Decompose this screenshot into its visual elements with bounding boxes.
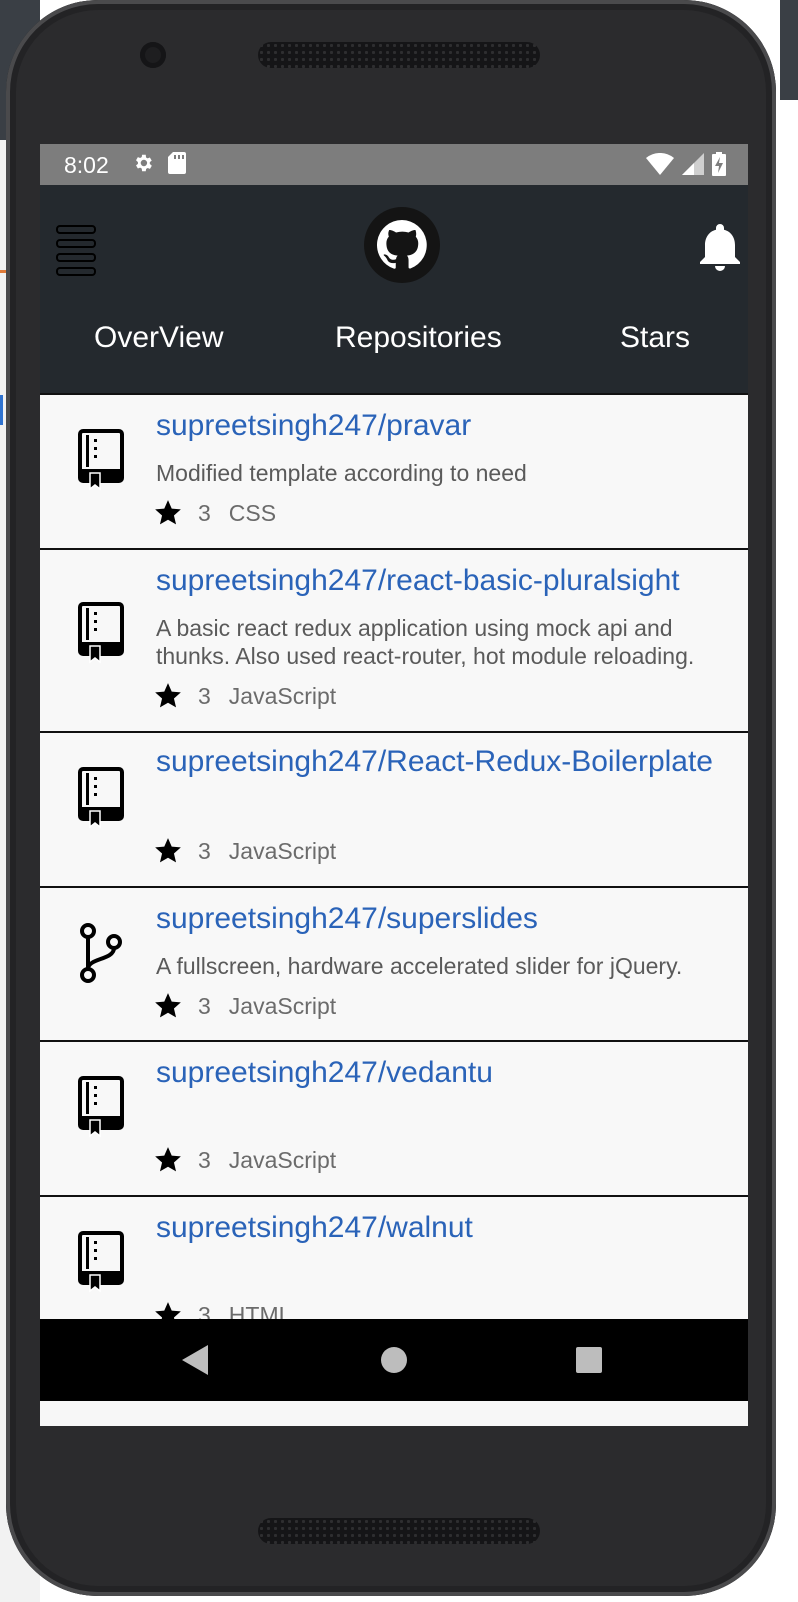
list-item[interactable]: supreetsingh247/pravar Modified template… <box>40 393 748 548</box>
signal-icon <box>682 153 704 181</box>
star-count: 3 <box>198 499 211 526</box>
battery-charging-icon <box>712 152 726 182</box>
repo-language: JavaScript <box>228 682 337 709</box>
background-link-fragment <box>0 395 3 425</box>
repo-description-line-2: thunks. Also used react-router, hot modu… <box>156 643 695 669</box>
device-screen: 8:02 OverView Repositories Stars supreet… <box>40 144 748 1426</box>
front-camera <box>140 42 166 68</box>
star-icon <box>155 993 181 1018</box>
repo-language: JavaScript <box>228 837 337 864</box>
star-count: 3 <box>198 837 211 864</box>
status-icons-right <box>646 152 726 182</box>
list-item[interactable]: supreetsingh247/react-basic-pluralsight … <box>40 548 748 731</box>
repo-meta: 3 JavaScript <box>154 992 336 1020</box>
status-time: 8:02 <box>64 152 109 178</box>
star-icon <box>155 500 181 525</box>
repo-meta: 3 CSS <box>154 499 276 527</box>
repo-name-link[interactable]: supreetsingh247/walnut <box>156 1211 473 1245</box>
repo-language: JavaScript <box>228 1146 337 1173</box>
list-item[interactable]: supreetsingh247/vedantu 3 JavaScript <box>40 1040 748 1195</box>
system-nav-bar <box>40 1319 748 1401</box>
sd-card-icon <box>168 152 186 180</box>
home-circle-icon[interactable] <box>381 1347 407 1373</box>
repo-language: JavaScript <box>228 992 337 1019</box>
back-triangle-icon[interactable] <box>182 1345 208 1375</box>
star-count: 3 <box>198 1146 211 1173</box>
app-header: OverView Repositories Stars <box>40 185 748 393</box>
list-item[interactable]: supreetsingh247/superslides A fullscreen… <box>40 886 748 1040</box>
tab-bar: OverView Repositories Stars <box>40 315 748 387</box>
star-count: 3 <box>198 992 211 1019</box>
star-icon <box>155 838 181 863</box>
repo-meta: 3 JavaScript <box>154 837 336 865</box>
repo-book-icon <box>78 429 124 491</box>
repo-book-icon <box>78 602 124 664</box>
repo-description-line-1: A basic react redux application using mo… <box>156 615 673 641</box>
list-item[interactable]: supreetsingh247/React-Redux-Boilerplate … <box>40 731 748 886</box>
star-icon <box>155 683 181 708</box>
repo-book-icon <box>78 1231 124 1293</box>
top-speaker <box>258 42 540 68</box>
repo-meta: 3 JavaScript <box>154 1146 336 1174</box>
repository-list: supreetsingh247/pravar Modified template… <box>40 393 748 1350</box>
repo-name-link[interactable]: supreetsingh247/React-Redux-Boilerplate <box>156 745 713 779</box>
status-bar: 8:02 <box>40 144 748 185</box>
bell-icon[interactable] <box>700 223 740 271</box>
status-icons-left <box>132 152 186 180</box>
tab-overview[interactable]: OverView <box>94 321 224 355</box>
bottom-speaker <box>258 1518 540 1544</box>
repo-name-link[interactable]: supreetsingh247/pravar <box>156 409 471 443</box>
star-count: 3 <box>198 682 211 709</box>
tab-repositories[interactable]: Repositories <box>335 321 502 355</box>
repo-meta: 3 JavaScript <box>154 682 336 710</box>
github-logo-icon[interactable] <box>364 207 440 283</box>
tab-stars[interactable]: Stars <box>620 321 690 355</box>
gear-icon <box>132 152 154 180</box>
background-window-edge <box>780 0 798 100</box>
repo-description: Modified template according to need <box>156 460 527 486</box>
repo-description: A fullscreen, hardware accelerated slide… <box>156 953 683 979</box>
fork-icon <box>78 922 124 984</box>
recents-square-icon[interactable] <box>576 1347 602 1373</box>
repo-name-link[interactable]: supreetsingh247/superslides <box>156 902 538 936</box>
repo-name-link[interactable]: supreetsingh247/vedantu <box>156 1056 493 1090</box>
star-icon <box>155 1147 181 1172</box>
hamburger-menu-icon[interactable] <box>56 225 96 276</box>
wifi-icon <box>646 152 674 181</box>
repo-name-link[interactable]: supreetsingh247/react-basic-pluralsight <box>156 564 680 598</box>
repo-book-icon <box>78 1076 124 1138</box>
repo-book-icon <box>78 767 124 829</box>
repo-language: CSS <box>228 499 277 526</box>
